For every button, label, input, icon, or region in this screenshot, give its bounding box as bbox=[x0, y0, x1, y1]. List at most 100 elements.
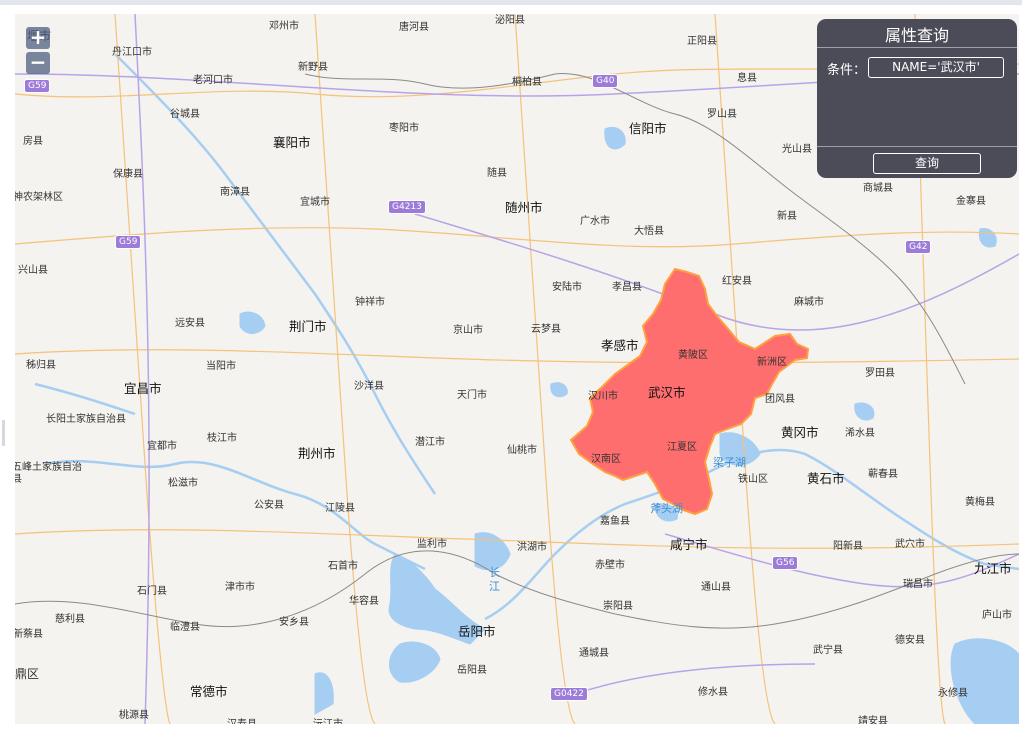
place-label: 庐山市 bbox=[982, 610, 1012, 621]
place-label: 当阳市 bbox=[206, 361, 236, 372]
place-label: 武宁县 bbox=[813, 645, 843, 656]
divider bbox=[817, 146, 1017, 147]
place-label: 洪湖市 bbox=[517, 542, 547, 553]
place-label: 随县 bbox=[487, 168, 507, 179]
place-label: 汉南区 bbox=[591, 454, 621, 465]
place-label: 枝江市 bbox=[207, 433, 237, 444]
place-label: 麻城市 bbox=[794, 297, 824, 308]
place-label: 息县 bbox=[737, 73, 757, 84]
place-label: 谷城县 bbox=[170, 109, 200, 120]
place-label: 崇阳县 bbox=[603, 601, 633, 612]
query-button[interactable]: 查询 bbox=[873, 153, 981, 174]
place-label: 泌阳县 bbox=[495, 15, 525, 26]
place-label: 潜江市 bbox=[415, 437, 445, 448]
city-label: 岳阳市 bbox=[458, 624, 496, 639]
zoom-out-button[interactable]: − bbox=[26, 52, 50, 74]
place-label: 鼎区 bbox=[15, 667, 40, 681]
place-label: 浠水县 bbox=[845, 428, 875, 439]
city-label: 随州市 bbox=[505, 200, 543, 215]
place-label: 唐河县 bbox=[399, 22, 429, 33]
place-label: 武穴市 bbox=[895, 539, 925, 550]
place-label: 石门县 bbox=[137, 586, 167, 597]
city-label: 黄冈市 bbox=[781, 425, 819, 440]
place-label: 修水县 bbox=[698, 687, 728, 698]
place-label: 临澧县 bbox=[170, 622, 200, 633]
place-label: 永修县 bbox=[938, 688, 968, 699]
city-label: 荆州市 bbox=[298, 446, 336, 461]
place-label: 老河口市 bbox=[193, 75, 233, 86]
place-label: 阳新县 bbox=[833, 541, 863, 552]
water-label: 梁子湖 bbox=[713, 456, 746, 469]
place-label: 靖安县 bbox=[858, 716, 888, 724]
city-label: 宜昌市 bbox=[124, 381, 162, 396]
place-label: 丹江口市 bbox=[112, 47, 152, 58]
place-label: 岳阳县 bbox=[457, 665, 487, 676]
side-handle[interactable] bbox=[2, 420, 5, 446]
place-label: 金寨县 bbox=[956, 196, 986, 207]
zoom-in-button[interactable]: + bbox=[26, 27, 50, 49]
place-label: 汉川市 bbox=[588, 391, 618, 402]
place-label: 房县 bbox=[23, 136, 43, 147]
condition-input[interactable]: NAME='武汉市' bbox=[868, 57, 1004, 78]
highway-shield: G40 bbox=[592, 74, 619, 88]
place-label: 京山市 bbox=[453, 325, 483, 336]
place-label: 光山县 bbox=[782, 144, 812, 155]
place-label: 钟祥市 bbox=[355, 297, 385, 308]
place-label: 正阳县 bbox=[687, 36, 717, 47]
place-label: 蕲春县 bbox=[868, 469, 898, 480]
place-label: 宜都市 bbox=[147, 441, 177, 452]
place-label: 安乡县 bbox=[279, 617, 309, 628]
place-label: 广水市 bbox=[580, 216, 610, 227]
city-label-wuhan: 武汉市 bbox=[648, 385, 686, 400]
place-label: 赤壁市 bbox=[595, 560, 625, 571]
place-label: 津市市 bbox=[225, 582, 255, 593]
place-label: 监利市 bbox=[417, 539, 447, 550]
place-label: 嘉鱼县 bbox=[600, 516, 630, 527]
highway-shield: G4213 bbox=[388, 200, 426, 214]
city-label: 孝感市 bbox=[601, 338, 639, 353]
place-label: 秭归县 bbox=[26, 360, 56, 371]
water-label: 斧头湖 bbox=[650, 502, 683, 515]
place-label: 保康县 bbox=[113, 169, 143, 180]
place-label: 罗山县 bbox=[707, 109, 737, 120]
city-label: 咸宁市 bbox=[670, 537, 708, 552]
place-label: 桐柏县 bbox=[512, 77, 542, 88]
place-label: 邓州市 bbox=[269, 21, 299, 32]
place-label: 江夏区 bbox=[667, 442, 697, 453]
place-label: 天门市 bbox=[457, 390, 487, 401]
place-label: 神农架林区 bbox=[15, 192, 63, 203]
place-label: 石首市 bbox=[328, 561, 358, 572]
place-label: 德安县 bbox=[895, 635, 925, 646]
place-label: 孝昌县 bbox=[612, 282, 642, 293]
top-bar bbox=[0, 0, 1022, 5]
place-label: 慈利县 bbox=[55, 614, 85, 625]
place-label: 宜城市 bbox=[300, 197, 330, 208]
highway-shield: G59 bbox=[115, 235, 142, 249]
place-label: 新县 bbox=[777, 211, 797, 222]
place-label: 公安县 bbox=[254, 500, 284, 511]
place-label: 华容县 bbox=[349, 596, 379, 607]
place-label: 沙洋县 bbox=[354, 381, 384, 392]
place-label: 大悟县 bbox=[634, 226, 664, 237]
place-label: 桃源县 bbox=[119, 710, 149, 721]
highway-shield: G56 bbox=[772, 556, 799, 570]
divider bbox=[817, 47, 1017, 48]
city-label: 信阳市 bbox=[629, 121, 667, 136]
place-label: 松滋市 bbox=[168, 478, 198, 489]
place-label: 红安县 bbox=[722, 276, 752, 287]
place-label: 长阳土家族自治县 bbox=[46, 414, 126, 425]
water-label: 长江 bbox=[489, 566, 500, 593]
place-label: 五峰土家族自治县 bbox=[15, 462, 82, 485]
place-label: 通山县 bbox=[701, 582, 731, 593]
place-label: 汉寿县 bbox=[227, 715, 257, 724]
place-label: 铁山区 bbox=[738, 474, 768, 485]
place-label: 新野县 bbox=[298, 62, 328, 73]
place-label: 黄梅县 bbox=[965, 497, 995, 508]
place-label: 枣阳市 bbox=[389, 123, 419, 134]
place-label: 远安县 bbox=[175, 318, 205, 329]
highway-shield: G42 bbox=[905, 240, 932, 254]
highway-shield: G0422 bbox=[550, 687, 588, 701]
place-label: 安陆市 bbox=[552, 282, 582, 293]
place-label: 兴山县 bbox=[18, 265, 48, 276]
place-label: 江陵县 bbox=[325, 503, 355, 514]
